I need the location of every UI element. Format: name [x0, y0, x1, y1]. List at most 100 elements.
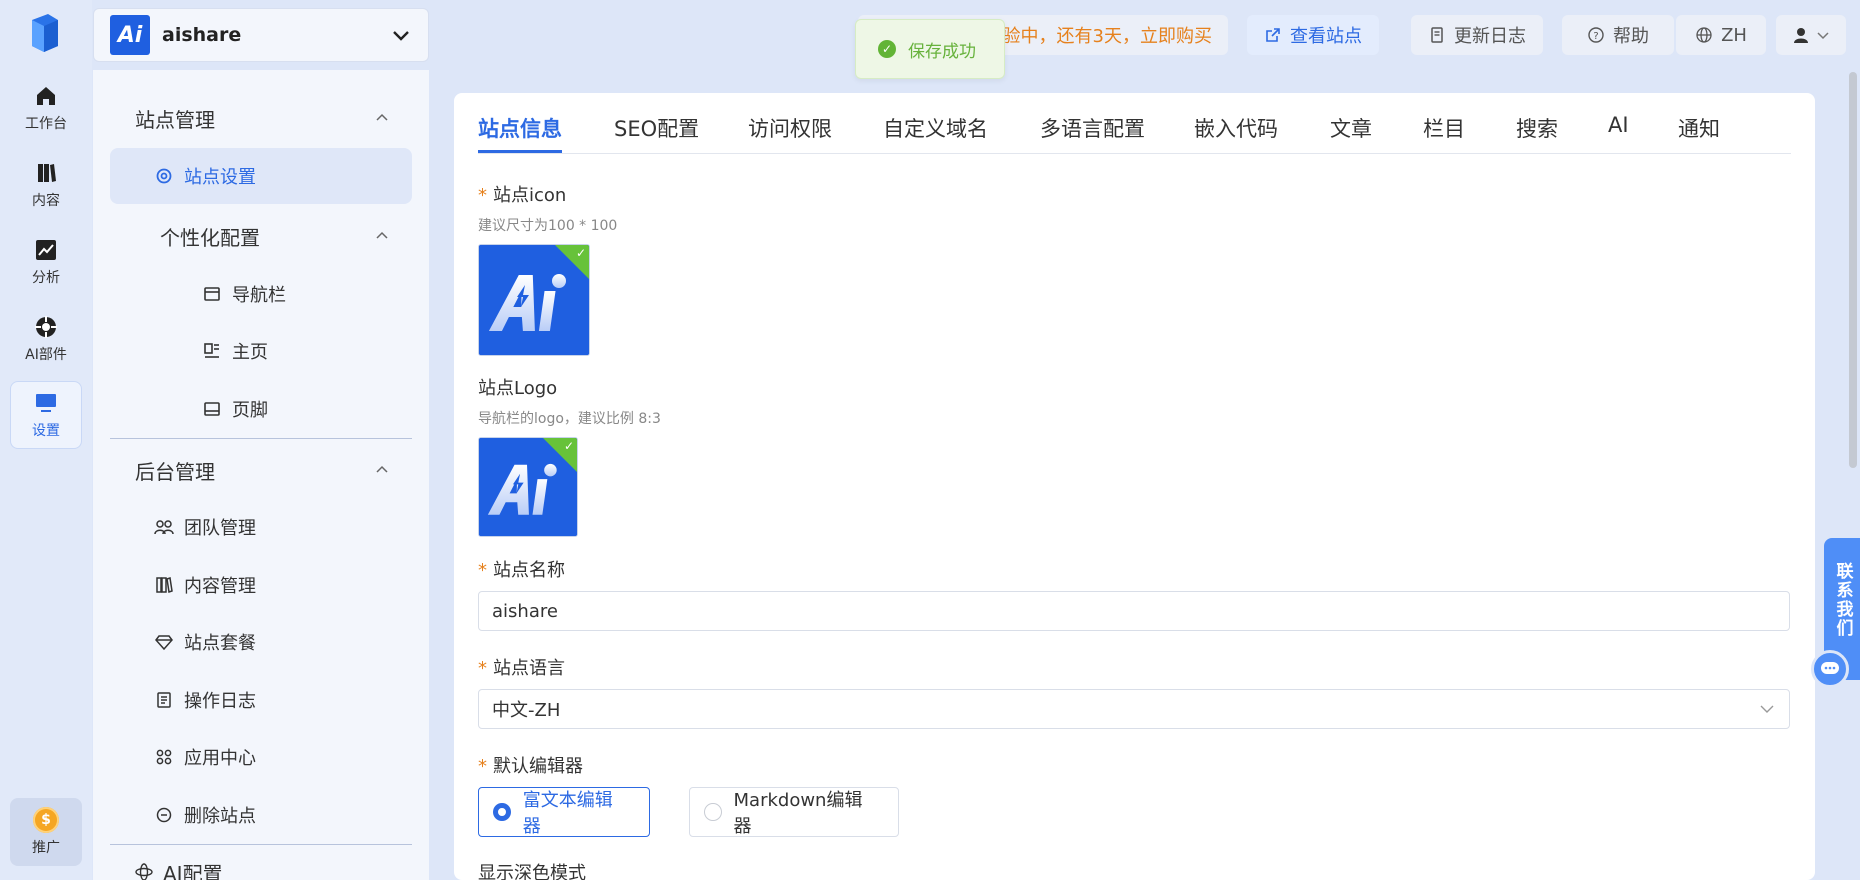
site-name-input[interactable]: aishare: [478, 591, 1790, 631]
sidebar-item-delete-site[interactable]: 删除站点: [110, 787, 412, 843]
sidebar-item-label: 站点套餐: [184, 633, 256, 654]
sidebar-item-site-settings[interactable]: 站点设置: [110, 148, 412, 204]
help-button[interactable]: ? 帮助: [1562, 15, 1674, 55]
radio-label: Markdown编辑器: [733, 790, 863, 837]
language-label: ZH: [1721, 24, 1747, 46]
site-lang-select[interactable]: 中文-ZH: [478, 689, 1790, 729]
sidebar-item-label: 主页: [232, 342, 268, 363]
sidebar-group-ai-config[interactable]: AI配置: [93, 852, 429, 880]
sidebar-item-oplog[interactable]: 操作日志: [110, 672, 412, 728]
sidebar-item-label: 页脚: [232, 400, 268, 421]
sidebar-divider: [110, 844, 412, 845]
sidebar-item-apps[interactable]: 应用中心: [110, 729, 412, 785]
chevron-up-icon: [376, 113, 388, 121]
team-icon: [154, 517, 174, 537]
tab-notify[interactable]: 通知: [1678, 113, 1720, 153]
window-icon: [202, 284, 222, 304]
external-link-icon: [1264, 26, 1282, 44]
tab-ai[interactable]: AI: [1608, 113, 1629, 153]
required-mark: *: [478, 560, 487, 581]
editor-radio-rich[interactable]: 富文本编辑器: [478, 787, 650, 837]
field-label-text: 默认编辑器: [493, 756, 583, 777]
tab-columns[interactable]: 栏目: [1423, 113, 1465, 153]
sidebar-item-plan[interactable]: 站点套餐: [110, 614, 412, 670]
sidebar: 站点管理 站点设置 个性化配置 导航栏 主页 页脚 后台管理 团队管理 内容管理…: [93, 70, 429, 880]
tab-embed-code[interactable]: 嵌入代码: [1194, 113, 1278, 153]
sidebar-item-navbar[interactable]: 导航栏: [110, 266, 412, 322]
changelog-button[interactable]: 更新日志: [1411, 15, 1543, 55]
tab-site-info[interactable]: 站点信息: [478, 113, 562, 153]
site-name: aishare: [162, 24, 242, 46]
tab-articles[interactable]: 文章: [1330, 113, 1372, 153]
site-logo-label: 站点Logo: [478, 378, 558, 399]
rail-label: 设置: [32, 423, 60, 439]
rail-item-analytics[interactable]: 分析: [10, 228, 82, 296]
chevron-up-icon: [376, 231, 388, 239]
contact-text: 联系我们: [1832, 562, 1853, 638]
delete-site-icon: [154, 805, 174, 825]
site-name-label: * 站点名称: [478, 556, 565, 582]
site-icon-upload[interactable]: ✓: [478, 244, 590, 356]
rail-item-settings[interactable]: 设置: [10, 381, 82, 449]
field-label-text: 站点名称: [493, 560, 565, 581]
language-button[interactable]: ZH: [1676, 15, 1766, 55]
log-icon: [154, 690, 174, 710]
sidebar-group-admin[interactable]: 后台管理: [93, 450, 429, 490]
books-icon: [154, 575, 174, 595]
rail-label: 分析: [32, 270, 60, 286]
sidebar-divider: [110, 438, 412, 439]
svg-text:?: ?: [1593, 31, 1598, 42]
site-logo-badge: Ai: [110, 15, 150, 55]
chevron-down-icon: [1816, 30, 1830, 40]
sidebar-item-label: 删除站点: [184, 806, 256, 827]
success-toast: ✓ 保存成功: [855, 19, 1005, 79]
chat-bubble-button[interactable]: [1811, 650, 1849, 688]
sidebar-item-home[interactable]: 主页: [110, 323, 412, 379]
sidebar-item-content-mgmt[interactable]: 内容管理: [110, 557, 412, 613]
sidebar-item-footer[interactable]: 页脚: [110, 381, 412, 437]
sidebar-group-personal[interactable]: 个性化配置: [93, 216, 429, 256]
tab-access[interactable]: 访问权限: [748, 113, 832, 153]
sidebar-group-label: AI配置: [163, 861, 223, 880]
check-circle-icon: ✓: [878, 40, 896, 58]
page-scrollbar[interactable]: [1849, 72, 1857, 468]
app-rail: 工作台 内容 分析 AI部件 设置 $ 推广: [0, 0, 92, 880]
sidebar-group-site[interactable]: 站点管理: [93, 98, 429, 138]
main-panel: 站点信息 SEO配置 访问权限 自定义域名 多语言配置 嵌入代码 文章 栏目 搜…: [454, 93, 1815, 880]
editor-radio-markdown[interactable]: Markdown编辑器: [689, 787, 899, 837]
rail-item-content[interactable]: 内容: [10, 151, 82, 219]
radio-label: 富文本编辑器: [522, 790, 613, 837]
tab-search[interactable]: 搜索: [1516, 113, 1558, 153]
rail-item-workbench[interactable]: 工作台: [10, 74, 82, 142]
editor-label: * 默认编辑器: [478, 752, 583, 778]
sidebar-item-label: 导航栏: [232, 285, 286, 306]
tab-custom-domain[interactable]: 自定义域名: [883, 113, 988, 153]
atom-icon: [135, 862, 155, 880]
site-icon-label: * 站点icon: [478, 181, 566, 207]
rail-label: 工作台: [25, 116, 67, 132]
site-lang-label: * 站点语言: [478, 654, 565, 680]
layout-icon: [202, 341, 222, 361]
sidebar-group-label: 站点管理: [135, 107, 215, 132]
app-logo-icon[interactable]: [28, 12, 62, 54]
site-switcher[interactable]: Ai aishare: [93, 8, 429, 62]
book-icon: [33, 160, 59, 186]
chat-icon: [1821, 662, 1839, 674]
rail-label: 内容: [32, 193, 60, 209]
sidebar-item-team[interactable]: 团队管理: [110, 499, 412, 555]
rail-item-promo[interactable]: $ 推广: [10, 798, 82, 866]
site-logo-upload[interactable]: ✓: [478, 437, 578, 537]
view-site-button[interactable]: 查看站点: [1247, 15, 1379, 55]
user-menu-button[interactable]: [1776, 15, 1846, 55]
coin-icon: $: [33, 807, 59, 833]
tab-multilang[interactable]: 多语言配置: [1040, 113, 1145, 153]
radio-dot-icon: [493, 803, 511, 821]
changelog-icon: [1428, 26, 1446, 44]
rail-item-ai-widget[interactable]: AI部件: [10, 305, 82, 373]
radio-dot-icon: [704, 803, 722, 821]
sidebar-item-label: 操作日志: [184, 691, 256, 712]
tab-seo[interactable]: SEO配置: [614, 113, 699, 153]
rail-label: 推广: [32, 840, 60, 856]
toast-text: 保存成功: [908, 41, 976, 62]
site-logo-hint: 导航栏的logo，建议比例 8:3: [478, 411, 661, 427]
